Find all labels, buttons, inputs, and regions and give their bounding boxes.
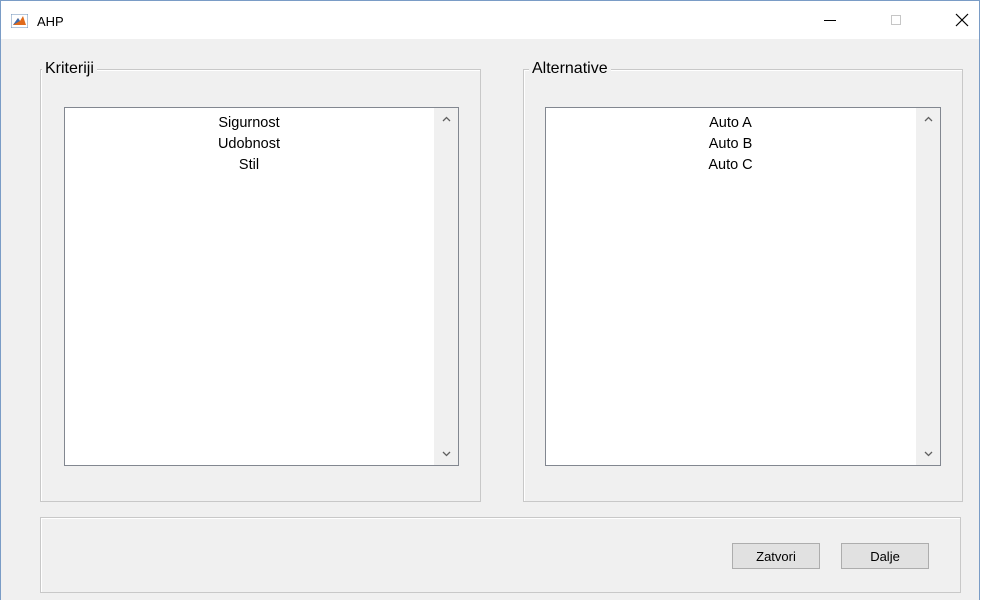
alternative-list: Auto A Auto B Auto C — [546, 113, 915, 176]
list-item[interactable]: Auto C — [546, 155, 915, 176]
maximize-icon — [891, 15, 901, 25]
list-item[interactable]: Auto B — [546, 134, 915, 155]
kriteriji-list: Sigurnost Udobnost Stil — [65, 113, 433, 176]
minimize-icon — [824, 19, 836, 21]
button-panel — [40, 517, 961, 593]
close-window-button[interactable] — [939, 1, 979, 39]
list-item[interactable]: Sigurnost — [65, 113, 433, 134]
app-window: AHP Kriteriji Sigurnost Udobnost Stil Al… — [0, 0, 980, 600]
scroll-down-button[interactable] — [435, 443, 458, 465]
title-bar[interactable]: AHP — [1, 1, 979, 39]
scroll-up-button[interactable] — [435, 108, 458, 130]
scroll-up-button[interactable] — [917, 108, 940, 130]
chevron-down-icon — [442, 451, 451, 457]
list-item[interactable]: Auto A — [546, 113, 915, 134]
alternative-scrollbar[interactable] — [916, 108, 940, 465]
kriteriji-listbox[interactable]: Sigurnost Udobnost Stil — [64, 107, 459, 466]
chevron-up-icon — [924, 116, 933, 122]
kriteriji-scrollbar[interactable] — [434, 108, 458, 465]
list-item[interactable]: Stil — [65, 155, 433, 176]
next-button[interactable]: Dalje — [841, 543, 929, 569]
kriteriji-panel-title: Kriteriji — [42, 60, 97, 78]
maximize-button[interactable] — [873, 1, 919, 39]
list-item[interactable]: Udobnost — [65, 134, 433, 155]
matlab-app-icon — [10, 13, 29, 29]
scroll-down-button[interactable] — [917, 443, 940, 465]
close-button[interactable]: Zatvori — [732, 543, 820, 569]
minimize-button[interactable] — [807, 1, 853, 39]
chevron-down-icon — [924, 451, 933, 457]
alternative-panel-title: Alternative — [529, 60, 611, 78]
window-title: AHP — [37, 14, 64, 29]
chevron-up-icon — [442, 116, 451, 122]
close-icon — [955, 13, 969, 27]
alternative-listbox[interactable]: Auto A Auto B Auto C — [545, 107, 941, 466]
